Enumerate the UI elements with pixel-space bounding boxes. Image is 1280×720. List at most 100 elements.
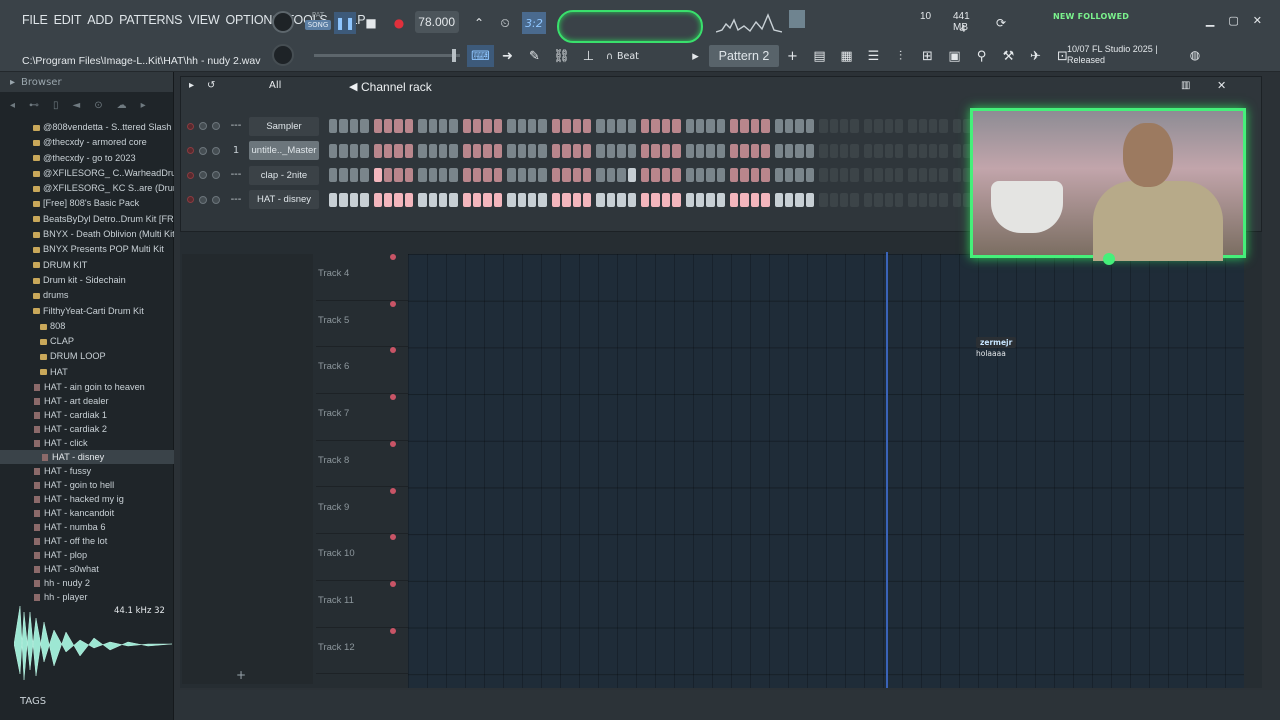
- step-button[interactable]: [360, 168, 369, 182]
- step-button[interactable]: [929, 168, 938, 182]
- step-button[interactable]: [706, 143, 715, 158]
- step-button[interactable]: [582, 143, 592, 158]
- step-button[interactable]: [572, 119, 581, 133]
- step-button[interactable]: [582, 168, 592, 182]
- step-button[interactable]: [373, 119, 382, 133]
- step-button[interactable]: [795, 168, 804, 182]
- step-button[interactable]: [517, 119, 527, 133]
- browser-file[interactable]: HAT - s0what: [0, 562, 174, 576]
- plugin-icon[interactable]: ⚲: [968, 45, 995, 67]
- step-button[interactable]: [394, 143, 403, 158]
- step-button[interactable]: [839, 119, 849, 133]
- step-button[interactable]: [829, 192, 838, 207]
- step-button[interactable]: [493, 192, 503, 207]
- step-button[interactable]: [640, 119, 650, 133]
- step-button[interactable]: [551, 143, 561, 158]
- track-mute-dot[interactable]: [390, 254, 396, 260]
- step-button[interactable]: [661, 168, 671, 182]
- step-button[interactable]: [750, 192, 760, 207]
- step-button[interactable]: [651, 168, 660, 182]
- snap-selector[interactable]: ∩ Beat: [602, 47, 682, 65]
- step-button[interactable]: [528, 168, 537, 182]
- channel-name-button[interactable]: clap - 2nite: [249, 165, 319, 185]
- step-button[interactable]: [449, 143, 458, 158]
- browser-file[interactable]: HAT - off the lot: [0, 534, 174, 548]
- browser-folder[interactable]: BNYX Presents POP Multi Kit: [0, 242, 174, 257]
- step-button[interactable]: [685, 168, 694, 182]
- browser-file[interactable]: HAT - kancandoit: [0, 506, 174, 520]
- step-button[interactable]: [685, 119, 694, 133]
- playlist-track-header[interactable]: Track 4: [316, 254, 408, 301]
- step-button[interactable]: [829, 143, 838, 158]
- channel-mute-led[interactable]: [187, 147, 194, 154]
- link-icon[interactable]: ⛓: [548, 45, 575, 67]
- step-button[interactable]: [360, 143, 369, 158]
- step-button[interactable]: [750, 143, 760, 158]
- step-button[interactable]: [507, 119, 516, 133]
- step-button[interactable]: [672, 192, 681, 207]
- step-button[interactable]: [651, 192, 660, 207]
- step-button[interactable]: [939, 192, 948, 207]
- channel-mute-led[interactable]: [187, 122, 194, 130]
- mixer-icon[interactable]: ⫶: [887, 45, 914, 67]
- step-button[interactable]: [473, 143, 482, 158]
- step-button[interactable]: [929, 192, 938, 207]
- step-button[interactable]: [740, 192, 749, 207]
- channel-volume-knob[interactable]: [212, 122, 220, 130]
- step-button[interactable]: [617, 168, 626, 182]
- step-button[interactable]: [438, 143, 448, 158]
- step-button[interactable]: [462, 143, 472, 158]
- browser-file[interactable]: HAT - click: [0, 436, 174, 450]
- browser-file[interactable]: HAT - cardiak 2: [0, 422, 174, 436]
- step-button[interactable]: [483, 143, 492, 158]
- step-button[interactable]: [774, 192, 784, 207]
- step-button[interactable]: [706, 168, 715, 182]
- step-button[interactable]: [627, 143, 636, 158]
- step-button[interactable]: [617, 143, 626, 158]
- browser-speaker-icon[interactable]: ◄: [73, 100, 81, 111]
- mixer-track-number[interactable]: ---: [225, 166, 247, 184]
- step-button[interactable]: [572, 168, 581, 182]
- step-button[interactable]: [596, 143, 605, 158]
- step-button[interactable]: [730, 192, 739, 207]
- step-button[interactable]: [349, 192, 359, 207]
- step-button[interactable]: [651, 143, 660, 158]
- step-button[interactable]: [918, 119, 928, 133]
- minimize-icon[interactable]: ▁: [1206, 14, 1214, 27]
- step-button[interactable]: [952, 168, 962, 182]
- step-button[interactable]: [473, 168, 482, 182]
- step-button[interactable]: [462, 192, 472, 207]
- browser-back-icon[interactable]: ◂: [10, 100, 15, 111]
- step-button[interactable]: [428, 192, 437, 207]
- step-button[interactable]: [517, 192, 527, 207]
- menu-file[interactable]: FILE: [22, 13, 48, 27]
- step-button[interactable]: [418, 119, 427, 133]
- step-button[interactable]: [538, 143, 547, 158]
- stop-button[interactable]: ■: [360, 12, 382, 34]
- step-button[interactable]: [761, 168, 770, 182]
- step-button[interactable]: [394, 168, 403, 182]
- step-button[interactable]: [349, 168, 359, 182]
- channel-mute-led[interactable]: [187, 196, 194, 203]
- browser-folder[interactable]: @thecxdy - go to 2023: [0, 151, 174, 166]
- step-button[interactable]: [394, 119, 403, 133]
- step-button[interactable]: [493, 143, 503, 158]
- step-button[interactable]: [449, 168, 458, 182]
- plugin-picker-icon[interactable]: ⊞: [914, 45, 941, 67]
- step-button[interactable]: [404, 119, 414, 133]
- channel-volume-knob[interactable]: [212, 146, 220, 155]
- step-button[interactable]: [740, 143, 749, 158]
- channel-filter[interactable]: All: [269, 80, 281, 91]
- step-button[interactable]: [874, 192, 883, 207]
- track-mute-dot[interactable]: [390, 394, 396, 401]
- step-button[interactable]: [562, 168, 571, 182]
- step-button[interactable]: [449, 119, 458, 133]
- step-button[interactable]: [418, 168, 427, 182]
- step-button[interactable]: [661, 192, 671, 207]
- step-button[interactable]: [418, 192, 427, 207]
- browser-file[interactable]: HAT - numba 6: [0, 520, 174, 534]
- step-button[interactable]: [884, 119, 893, 133]
- step-button[interactable]: [383, 119, 393, 133]
- step-button[interactable]: [795, 119, 804, 133]
- step-button[interactable]: [428, 119, 437, 133]
